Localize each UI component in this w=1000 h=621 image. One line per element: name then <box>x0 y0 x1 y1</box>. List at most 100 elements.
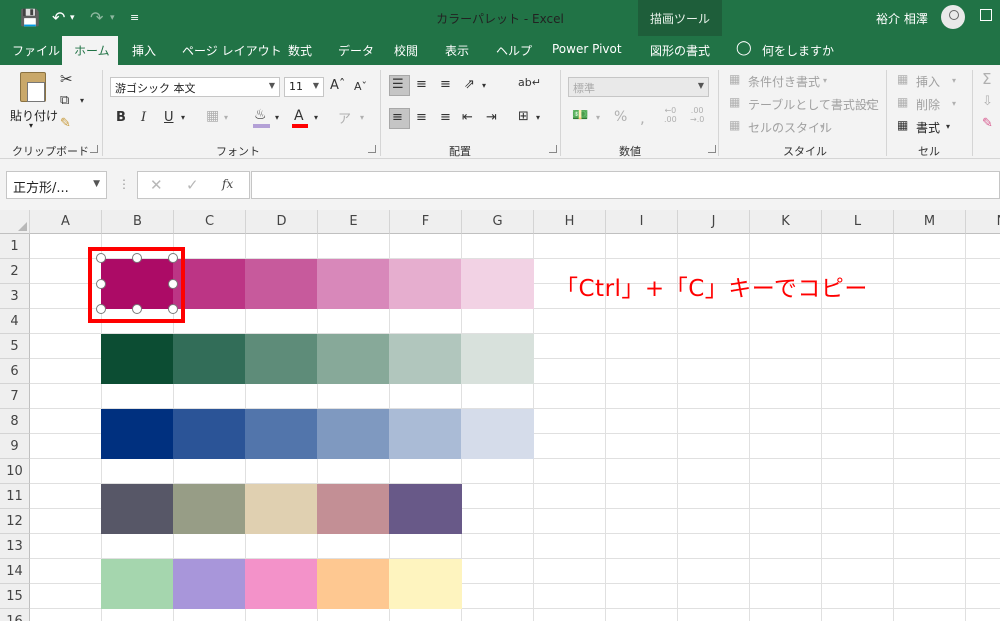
row-header-2[interactable]: 2 <box>0 259 30 284</box>
color-swatch-shape[interactable] <box>317 409 390 459</box>
row-header-8[interactable]: 8 <box>0 409 30 434</box>
row-header-4[interactable]: 4 <box>0 309 30 334</box>
row-header-14[interactable]: 14 <box>0 559 30 584</box>
increase-indent-icon[interactable]: ⇥ <box>486 110 497 125</box>
column-header-m[interactable]: M <box>894 210 966 234</box>
column-header-j[interactable]: J <box>678 210 750 234</box>
merge-center-icon[interactable]: ⊞ <box>518 109 529 124</box>
number-format-combo[interactable]: 標準 ▼ <box>568 77 709 97</box>
cut-icon[interactable]: ✂ <box>60 70 73 88</box>
color-swatch-shape[interactable] <box>101 484 174 534</box>
column-header-h[interactable]: H <box>534 210 606 234</box>
color-swatch-shape[interactable] <box>173 409 246 459</box>
resize-handle-bottom[interactable] <box>132 304 142 314</box>
increase-font-size-icon[interactable]: Aˆ <box>330 78 345 93</box>
resize-handle-top-left[interactable] <box>96 253 106 263</box>
insert-cells-button[interactable]: 挿入 <box>916 73 940 90</box>
row-header-9[interactable]: 9 <box>0 434 30 459</box>
column-header-c[interactable]: C <box>174 210 246 234</box>
enter-icon[interactable]: ✓ <box>186 176 199 194</box>
color-swatch-shape[interactable] <box>317 334 390 384</box>
name-box[interactable]: 正方形/... ▼ <box>6 171 107 199</box>
color-swatch-shape[interactable] <box>389 484 462 534</box>
chevron-down-icon[interactable]: ▾ <box>820 122 824 131</box>
alignment-launcher-icon[interactable] <box>549 145 557 153</box>
font-launcher-icon[interactable] <box>368 145 376 153</box>
borders-icon[interactable]: ▦ <box>206 108 219 124</box>
format-cells-button[interactable]: 書式 <box>916 119 940 136</box>
column-header-k[interactable]: K <box>750 210 822 234</box>
insert-function-button[interactable]: fx <box>222 177 233 191</box>
column-header-n[interactable]: N <box>966 210 1000 234</box>
format-as-table-icon[interactable]: ▦ <box>729 95 740 109</box>
resize-handle-right[interactable] <box>168 279 178 289</box>
formula-input[interactable] <box>251 171 1000 199</box>
color-swatch-shape[interactable] <box>461 259 534 309</box>
align-center-icon[interactable]: ≡ <box>416 110 427 125</box>
tab-home[interactable]: ホーム <box>74 42 110 59</box>
color-swatch-shape[interactable] <box>317 259 390 309</box>
color-swatch-shape[interactable] <box>389 259 462 309</box>
chevron-down-icon[interactable]: ▾ <box>823 76 827 85</box>
decrease-indent-icon[interactable]: ⇤ <box>462 110 473 125</box>
row-header-10[interactable]: 10 <box>0 459 30 484</box>
merge-dropdown-icon[interactable]: ▾ <box>536 113 540 122</box>
column-header-e[interactable]: E <box>318 210 390 234</box>
row-header-3[interactable]: 3 <box>0 284 30 309</box>
decrease-decimal-icon[interactable]: .00 →.0 <box>690 106 704 124</box>
color-swatch-shape[interactable] <box>101 334 174 384</box>
tab-insert[interactable]: 挿入 <box>132 42 156 59</box>
column-header-i[interactable]: I <box>606 210 678 234</box>
row-header-12[interactable]: 12 <box>0 509 30 534</box>
chevron-down-icon[interactable]: ▾ <box>952 99 956 108</box>
color-swatch-shape[interactable] <box>173 334 246 384</box>
color-swatch-shape[interactable] <box>389 409 462 459</box>
paste-button-label[interactable]: 貼り付け <box>10 107 58 124</box>
autosum-icon[interactable]: Σ <box>982 70 991 88</box>
color-swatch-shape[interactable] <box>461 409 534 459</box>
percent-style-button[interactable]: % <box>614 109 627 125</box>
row-header-16[interactable]: 16 <box>0 609 30 621</box>
paste-dropdown-icon[interactable]: ▾ <box>29 121 33 130</box>
italic-button[interactable]: I <box>141 110 146 125</box>
delete-cells-icon[interactable]: ▦ <box>897 95 908 109</box>
color-swatch-shape[interactable] <box>245 259 318 309</box>
chevron-down-icon[interactable]: ▾ <box>952 76 956 85</box>
number-launcher-icon[interactable] <box>708 145 716 153</box>
format-painter-icon[interactable]: ✎ <box>60 116 71 131</box>
resize-handle-top-right[interactable] <box>168 253 178 263</box>
tab-view[interactable]: 表示 <box>445 42 469 59</box>
color-swatch-shape[interactable] <box>173 559 246 609</box>
accounting-format-icon[interactable]: 💵 <box>572 108 588 123</box>
color-swatch-shape[interactable] <box>317 484 390 534</box>
increase-decimal-icon[interactable]: ←0.00 <box>664 106 677 124</box>
align-middle-icon[interactable]: ≡ <box>416 77 427 92</box>
fill-color-dropdown-icon[interactable]: ▾ <box>275 113 279 122</box>
row-header-15[interactable]: 15 <box>0 584 30 609</box>
insert-cells-icon[interactable]: ▦ <box>897 72 908 86</box>
color-swatch-shape[interactable] <box>461 334 534 384</box>
bold-button[interactable]: B <box>116 110 126 125</box>
align-top-icon[interactable]: ☰ <box>392 77 404 92</box>
orientation-dropdown-icon[interactable]: ▾ <box>482 81 486 90</box>
clipboard-launcher-icon[interactable] <box>90 145 98 153</box>
row-header-1[interactable]: 1 <box>0 234 30 259</box>
tab-power-pivot[interactable]: Power Pivot <box>552 42 622 56</box>
column-header-a[interactable]: A <box>30 210 102 234</box>
font-name-combo[interactable]: 游ゴシック 本文 ▼ <box>110 77 280 97</box>
color-swatch-shape[interactable] <box>245 409 318 459</box>
cell-styles-icon[interactable]: ▦ <box>729 118 740 132</box>
fill-color-icon[interactable]: ♨ <box>254 107 267 123</box>
resize-handle-top[interactable] <box>132 253 142 263</box>
color-swatch-shape[interactable] <box>245 559 318 609</box>
align-left-icon[interactable]: ≡ <box>392 110 403 125</box>
accounting-dropdown-icon[interactable]: ▾ <box>596 113 600 122</box>
fill-icon[interactable]: ⇩ <box>982 94 993 109</box>
wrap-text-icon[interactable]: ab↵ <box>518 76 541 89</box>
resize-handle-bottom-right[interactable] <box>168 304 178 314</box>
column-header-b[interactable]: B <box>102 210 174 234</box>
avatar[interactable] <box>941 5 965 29</box>
align-right-icon[interactable]: ≡ <box>440 110 451 125</box>
orientation-icon[interactable]: ⇗ <box>464 77 475 92</box>
color-swatch-shape[interactable] <box>389 559 462 609</box>
